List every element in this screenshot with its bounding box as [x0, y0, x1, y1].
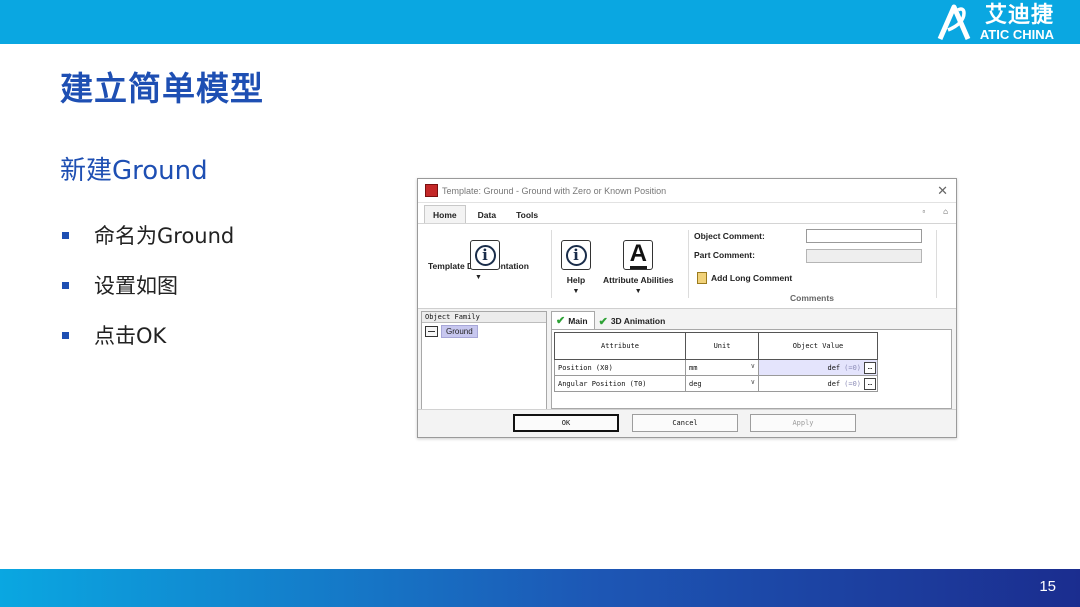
collapse-ribbon-icon[interactable]: ⌂ [943, 207, 948, 216]
top-banner [0, 0, 1080, 44]
table-row: Angular Position (T0) deg ∨ def (=0)… [554, 375, 878, 392]
add-long-comment-button[interactable]: Add Long Comment [697, 272, 792, 284]
template-documentation-button[interactable]: i Template Documentation ▼ [428, 240, 529, 281]
attribute-panel: ✔ Main ✔ 3D Animation Attribute Unit Objec… [551, 311, 952, 409]
comments-group-caption: Comments [790, 293, 834, 303]
cancel-button[interactable]: Cancel [632, 414, 738, 432]
chevron-down-icon: ▼ [634, 288, 642, 295]
tab-main[interactable]: ✔ Main [551, 311, 595, 329]
unit-dropdown[interactable]: mm ∨ [685, 359, 759, 376]
bullet-item: 设置如图 [62, 260, 234, 310]
chevron-down-icon: ▼ [572, 288, 580, 295]
object-family-header: Object Family [422, 312, 546, 323]
value-text: def [827, 363, 841, 372]
tab-tools[interactable]: Tools [508, 206, 546, 223]
checkmark-icon: ✔ [556, 315, 566, 327]
value-hint: (=0) [844, 363, 861, 372]
ribbon-tabs: Home Data Tools ▫ ⌂ [418, 203, 956, 224]
close-icon[interactable]: ✕ [937, 183, 948, 199]
ribbon-separator [688, 230, 689, 298]
bullet-list: 命名为Ground 设置如图 点击OK [62, 210, 234, 360]
restore-icon[interactable]: ▫ [922, 207, 925, 216]
dialog-title: Template: Ground - Ground with Zero or K… [442, 185, 667, 196]
info-icon: i [470, 240, 500, 270]
button-label: Attribute Abilities [603, 275, 674, 285]
note-icon [697, 272, 707, 284]
bullet-text: 命名为Ground [94, 224, 235, 248]
part-comment-input [806, 249, 922, 263]
ground-icon [425, 326, 438, 337]
attribute-cell: Angular Position (T0) [554, 375, 686, 392]
attribute-abilities-button[interactable]: A Attribute Abilities ▼ [603, 240, 674, 295]
tab-3d-animation[interactable]: ✔ 3D Animation [595, 313, 672, 329]
unit-dropdown[interactable]: deg ∨ [685, 375, 759, 392]
object-comment-input[interactable] [806, 229, 922, 243]
column-header-object-value: Object Value [758, 332, 878, 360]
tab-data[interactable]: Data [470, 206, 504, 223]
bullet-square-icon [62, 231, 69, 239]
value-hint: (=0) [844, 379, 861, 388]
unit-value: deg [689, 379, 702, 388]
object-value-cell[interactable]: def (=0)… [758, 359, 878, 376]
panel-tabs: ✔ Main ✔ 3D Animation [551, 311, 952, 329]
attribute-table: Attribute Unit Object Value Position (X0… [554, 332, 878, 392]
dialog-titlebar[interactable]: Template: Ground - Ground with Zero or K… [418, 179, 956, 203]
checkmark-icon: ✔ [598, 315, 608, 328]
object-family-tree: Object Family Ground [421, 311, 547, 410]
long-comment-label: Add Long Comment [711, 273, 793, 283]
chevron-down-icon: ▼ [474, 274, 482, 281]
slide-title: 建立简单模型 [60, 69, 264, 108]
button-label: Help [566, 275, 586, 285]
column-header-attribute: Attribute [554, 332, 686, 360]
info-icon: i [561, 240, 591, 270]
bottom-banner [0, 569, 1080, 607]
ribbon-controls: ▫ ⌂ [904, 207, 948, 216]
ribbon-separator [551, 230, 552, 298]
dialog-button-row: OK Cancel Apply [418, 409, 956, 437]
ok-button[interactable]: OK [513, 414, 619, 432]
help-button[interactable]: i Help ▼ [561, 240, 591, 295]
column-header-unit: Unit [685, 332, 759, 360]
template-dialog: Template: Ground - Ground with Zero or K… [417, 178, 957, 438]
bullet-item: 命名为Ground [62, 210, 234, 260]
tree-item-ground[interactable]: Ground [425, 325, 546, 338]
ellipsis-button[interactable]: … [864, 378, 876, 390]
atic-logo-icon [937, 4, 971, 41]
app-icon [425, 184, 438, 197]
dialog-body: Object Family Ground ✔ Main ✔ 3D Animation… [418, 309, 956, 411]
ribbon: i Template Documentation ▼ i Help ▼ A At… [418, 224, 956, 309]
logo-chinese-name: 艾迪捷 [984, 3, 1054, 28]
part-comment-label: Part Comment: [694, 250, 755, 260]
ellipsis-button[interactable]: … [864, 362, 876, 374]
attribute-table-container: Attribute Unit Object Value Position (X0… [551, 329, 952, 409]
attribute-cell: Position (X0) [554, 359, 686, 376]
chevron-down-icon: ∨ [750, 378, 755, 386]
tab-home[interactable]: Home [424, 205, 466, 223]
bullet-text: 点击OK [94, 324, 167, 348]
object-comment-label: Object Comment: [694, 231, 765, 241]
bullet-text: 设置如图 [94, 274, 178, 298]
page-number: 15 [1039, 578, 1056, 595]
object-value-cell[interactable]: def (=0)… [758, 375, 878, 392]
apply-button: Apply [750, 414, 856, 432]
text-format-icon: A [623, 240, 654, 270]
tab-label: Main [568, 315, 588, 326]
logo-english-name: ATIC CHINA [979, 27, 1054, 42]
table-row: Position (X0) mm ∨ def (=0)… [554, 359, 878, 376]
unit-value: mm [689, 363, 698, 372]
chevron-down-icon: ∨ [750, 362, 755, 370]
bullet-square-icon [62, 281, 69, 289]
bullet-square-icon [62, 331, 69, 339]
tree-item-label: Ground [441, 325, 478, 338]
ribbon-separator [936, 230, 937, 298]
company-logo: 艾迪捷 ATIC CHINA [934, 3, 1054, 43]
tab-label: 3D Animation [610, 316, 666, 326]
bullet-item: 点击OK [62, 310, 234, 360]
value-text: def [827, 379, 841, 388]
slide-subtitle: 新建Ground [60, 156, 208, 186]
